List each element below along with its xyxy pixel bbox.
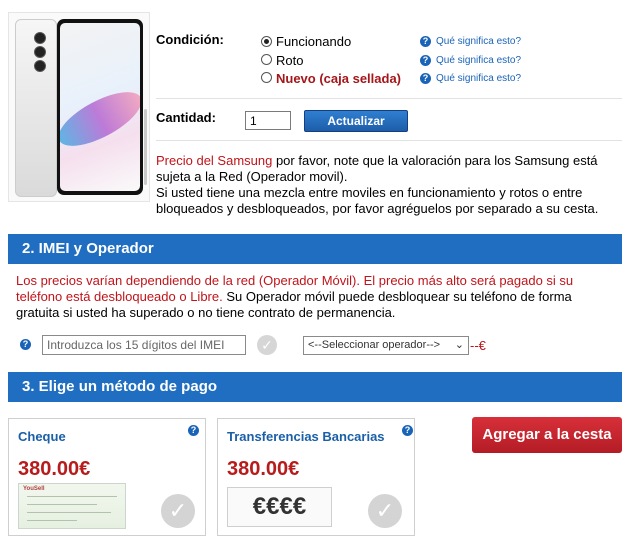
check-icon: ✓ (257, 335, 277, 355)
stylus (144, 109, 147, 185)
price-info-brand: Precio del Samsung (156, 153, 273, 168)
quantity-label: Cantidad: (156, 110, 216, 125)
cheque-image: YouSell (18, 483, 126, 529)
imei-input[interactable]: Introduzca los 15 dígitos del IMEI (42, 335, 246, 355)
payment-title-cheque: Cheque (18, 429, 66, 444)
operator-select[interactable]: <--Seleccionar operador--> ⌄ (303, 336, 469, 355)
radio-icon[interactable] (261, 36, 272, 47)
condition-broken-label: Roto (276, 53, 304, 68)
screen-wallpaper (60, 81, 140, 157)
question-icon[interactable]: ? (402, 425, 413, 436)
operator-select-value: <--Seleccionar operador--> (308, 339, 441, 351)
question-icon: ? (420, 55, 431, 66)
question-icon[interactable]: ? (188, 425, 199, 436)
question-icon: ? (420, 36, 431, 47)
check-icon[interactable]: ✓ (161, 494, 195, 528)
quantity-input[interactable]: 1 (245, 111, 291, 130)
phone-front (57, 19, 143, 195)
help-link-text: Qué significa esto? (436, 73, 522, 84)
check-icon[interactable]: ✓ (368, 494, 402, 528)
radio-icon[interactable] (261, 72, 272, 83)
chevron-down-icon: ⌄ (454, 339, 464, 351)
phone-screen (60, 23, 140, 191)
condition-label: Condición: (156, 32, 224, 47)
help-link-text: Qué significa esto? (436, 36, 522, 47)
section-payment-header: 3. Elige un método de pago (8, 372, 622, 402)
camera-icon (34, 46, 46, 58)
question-icon: ? (420, 73, 431, 84)
cheque-logo: YouSell (23, 486, 45, 492)
phone-back (15, 19, 57, 197)
condition-working-label: Funcionando (276, 34, 352, 49)
imei-info-text: Los precios varían dependiendo de la red… (16, 273, 616, 321)
payment-price-transfer: 380.00€ (227, 458, 300, 480)
section-imei-header: 2. IMEI y Operador (8, 234, 622, 264)
operator-price: --€ (470, 338, 486, 353)
product-image (8, 12, 150, 202)
help-link-text: Qué significa esto? (436, 55, 522, 66)
euro-badge: €€€€ (227, 487, 332, 527)
divider (156, 98, 622, 99)
payment-option-transfer[interactable]: Transferencias Bancarias ? 380.00€ €€€€ … (217, 418, 415, 536)
camera-icon (34, 60, 46, 72)
update-button[interactable]: Actualizar (304, 110, 408, 132)
radio-icon[interactable] (261, 54, 272, 65)
add-to-cart-button[interactable]: Agregar a la cesta (472, 417, 622, 453)
condition-new-label: Nuevo (caja sellada) (276, 71, 401, 86)
camera-icon (34, 32, 46, 44)
payment-price-cheque: 380.00€ (18, 458, 91, 480)
payment-option-cheque[interactable]: Cheque ? 380.00€ YouSell ✓ (8, 418, 206, 536)
divider (156, 140, 622, 141)
question-icon[interactable]: ? (20, 339, 31, 350)
price-info-text: Precio del Samsung por favor, note que l… (156, 153, 626, 217)
price-info-mix-note: Si usted tiene una mezcla entre moviles … (156, 185, 599, 216)
payment-title-transfer: Transferencias Bancarias (227, 429, 385, 444)
